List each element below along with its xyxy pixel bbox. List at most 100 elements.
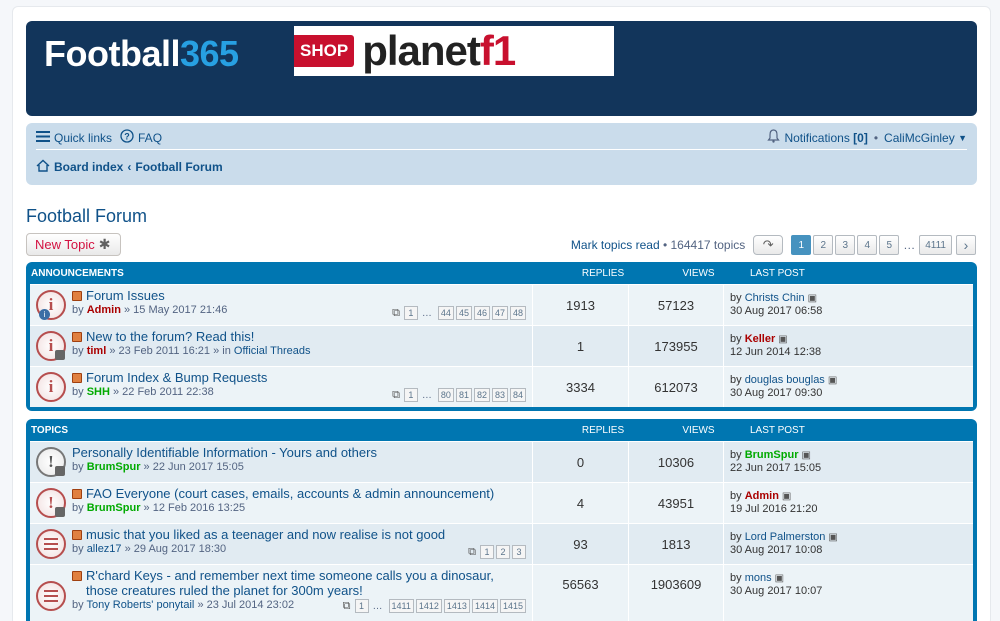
topic-page-link[interactable]: 1 [403,306,418,320]
topic-title[interactable]: Forum Index & Bump Requests [72,370,532,385]
notifications-link[interactable]: Notifications [0] [767,129,868,146]
topic-page-link[interactable]: 47 [491,306,508,320]
new-topic-button[interactable]: New Topic ✱ [26,233,121,256]
topic-title-text[interactable]: Personally Identifiable Information - Yo… [72,445,377,460]
page-5[interactable]: 5 [879,235,900,255]
topic-title[interactable]: R'chard Keys - and remember next time so… [72,568,532,598]
topic-title-text[interactable]: Forum Index & Bump Requests [86,370,267,385]
topic-meta: by BrumSpur » 22 Jun 2017 15:05 [72,461,532,473]
topic-page-link[interactable]: 44 [437,306,454,320]
topic-page-link[interactable]: 46 [473,306,490,320]
topic-title[interactable]: New to the forum? Read this! [72,329,532,344]
unread-icon [72,488,82,499]
topic-body: R'chard Keys - and remember next time so… [72,565,533,621]
topic-row: music that you liked as a teenager and n… [30,523,973,564]
last-post-user[interactable]: BrumSpur [745,449,799,461]
next-page-button[interactable]: › [956,235,976,255]
mark-read-link[interactable]: Mark topics read [571,238,660,252]
by-label: by [72,599,84,611]
topic-page-link[interactable]: 1411 [388,599,414,613]
topic-page-link[interactable]: 1413 [443,599,470,613]
last-post-user[interactable]: Keller [745,333,776,345]
topic-title[interactable]: music that you liked as a teenager and n… [72,527,532,542]
topic-pagination: ⧉ 1 … 1411 1412 1413 1414 1415 [343,599,526,613]
f1-text: f1 [479,27,516,74]
jump-page-button[interactable]: ↷ [753,235,784,255]
topic-title[interactable]: Forum Issues [72,288,532,303]
topic-page-link[interactable]: 3 [512,545,526,559]
topic-page-link[interactable]: 1412 [415,599,442,613]
topic-author[interactable]: Tony Roberts' ponytail [86,599,194,611]
topic-page-link[interactable]: 1 [354,599,369,613]
by-label: by [72,345,84,357]
topic-page-link[interactable]: 80 [437,388,454,402]
topic-title-text[interactable]: New to the forum? Read this! [86,329,254,344]
shop-planetf1-banner[interactable]: SHOP planetf1 [294,26,614,76]
goto-post-icon[interactable]: ▣ [828,532,837,543]
goto-post-icon[interactable]: ▣ [778,334,787,345]
topic-body: music that you liked as a teenager and n… [72,524,533,564]
last-post-user[interactable]: Christs Chin [745,292,805,304]
topics-header: Topics Replies Views Last post [30,419,973,441]
quick-links[interactable]: Quick links [36,130,112,145]
last-post-user[interactable]: mons [745,572,772,584]
topic-page-link[interactable]: 84 [509,388,526,402]
topic-page-link[interactable]: 83 [491,388,508,402]
topic-title-text[interactable]: Forum Issues [86,288,165,303]
faq-link[interactable]: ? FAQ [120,129,162,146]
goto-post-icon[interactable]: ▣ [828,375,837,386]
topic-author[interactable]: allez17 [87,543,122,555]
topic-page-link[interactable]: 81 [455,388,472,402]
topic-page-link[interactable]: 1415 [499,599,526,613]
pages-icon: ⧉ [392,388,400,401]
topic-page-link[interactable]: 1 [480,545,494,559]
col-replies: Replies [581,424,625,436]
last-post: by mons ▣ 30 Aug 2017 10:07 [724,565,973,621]
topic-lines-icon [36,529,66,559]
mark-read-label[interactable]: Mark topics read [571,238,660,252]
topic-body: Personally Identifiable Information - Yo… [72,442,533,482]
topic-author[interactable]: SHH [87,386,110,398]
topic-title-text[interactable]: music that you liked as a teenager and n… [86,527,445,542]
goto-post-icon[interactable]: ▣ [775,573,784,584]
topic-author[interactable]: timl [87,345,107,357]
football-forum-crumb[interactable]: Football Forum [135,160,222,174]
separator: • [873,130,879,145]
page-4[interactable]: 4 [857,235,878,255]
topic-page-link[interactable]: 2 [496,545,510,559]
last-post-user[interactable]: Lord Palmerston [745,531,826,543]
topic-row: ! FAO Everyone (court cases, emails, acc… [30,482,973,523]
topic-title[interactable]: Personally Identifiable Information - Yo… [72,445,532,460]
football365-logo[interactable]: Football365 [44,33,239,75]
views-count: 173955 [629,326,724,366]
topic-page-link[interactable]: 1 [403,388,418,402]
last-post-user[interactable]: douglas bouglas [745,374,825,386]
goto-post-icon[interactable]: ▣ [782,491,791,502]
last-post-date: 30 Aug 2017 09:30 [730,387,823,399]
topic-author[interactable]: BrumSpur [87,461,141,473]
topic-title-text[interactable]: FAO Everyone (court cases, emails, accou… [86,486,494,501]
topic-page-link[interactable]: 1414 [471,599,498,613]
topic-author[interactable]: Admin [87,304,121,316]
page-last[interactable]: 4111 [919,235,952,255]
goto-post-icon[interactable]: ▣ [808,293,817,304]
topic-meta: by timl » 23 Feb 2011 16:21 » in Officia… [72,345,532,357]
col-last-post: Last post [750,267,805,279]
last-post-user[interactable]: Admin [745,490,779,502]
topic-page-link[interactable]: 45 [455,306,472,320]
topic-title[interactable]: FAO Everyone (court cases, emails, accou… [72,486,532,501]
topic-page-link[interactable]: 82 [473,388,490,402]
user-menu[interactable]: CaliMcGinley ▼ [884,131,967,145]
page-3[interactable]: 3 [835,235,856,255]
page-2[interactable]: 2 [813,235,834,255]
last-post-date: 19 Jul 2016 21:20 [730,503,818,515]
lock-icon [55,507,65,517]
page-1[interactable]: 1 [791,235,812,255]
board-index-link[interactable]: Board index [36,159,123,175]
goto-post-icon[interactable]: ▣ [801,450,810,461]
forum-link[interactable]: Official Threads [234,345,311,357]
by-label: by [72,304,84,316]
topic-author[interactable]: BrumSpur [87,502,141,514]
topic-title-text[interactable]: R'chard Keys - and remember next time so… [86,568,526,598]
topic-page-link[interactable]: 48 [509,306,526,320]
